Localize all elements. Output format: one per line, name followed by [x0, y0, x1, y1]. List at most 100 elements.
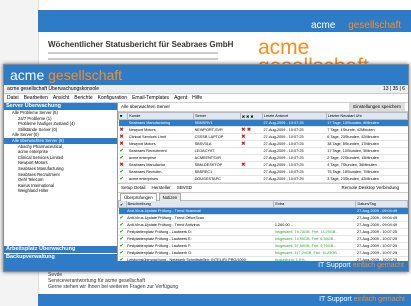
error-icon: ✖ [241, 134, 246, 140]
col-kunde[interactable]: Kunde [127, 112, 195, 120]
menu-email-templates[interactable]: Email-Templates [132, 95, 169, 101]
status-counts: 13 | 35 | 6 [382, 86, 405, 92]
ok-icon: ✔ [119, 236, 124, 242]
row-kunde: Clinical Services Limit [127, 133, 194, 141]
sidebar-section-backup[interactable]: Backupverwaltung [4, 253, 117, 261]
row-server: DOUGESTAPC [193, 175, 241, 183]
row-kunde: acme enterprises [127, 175, 194, 183]
hersteller-button[interactable]: Hersteller [152, 185, 171, 190]
menu-konfiguration[interactable]: Konfiguration [98, 95, 127, 101]
row-antwort: 27-Aug-2009 - 10:07:25 [262, 140, 327, 148]
error-icon: ✖ [119, 134, 124, 140]
window-titlebar: acme gesellschaft Überwachungskonsole 13 … [4, 85, 408, 94]
check-row[interactable]: ✔ Festplattenplatz Prüfung - Laufwerk G: I… [118, 249, 408, 257]
footer-text-2: einfach gemacht [352, 262, 404, 269]
footer-text-1: IT Support [318, 262, 351, 269]
sidebar-header[interactable]: Server Überwachung [4, 103, 117, 110]
col-letzte-antwort[interactable]: Letzte Antwort [261, 112, 327, 120]
check-date: 27-Aug-2009 - 10:07:25 [355, 249, 408, 257]
row-server: LEGACYKT [193, 147, 241, 155]
row-checks [240, 119, 263, 127]
row-kunde: Newport Motors [127, 140, 194, 148]
row-checks [240, 147, 263, 155]
row-kunde: Seabraes Manufactur [127, 161, 194, 169]
server-detail-bar: Setup Detail Hersteller SBVSD Remote Deskt… [118, 183, 408, 193]
check-extra: Insgesamt: 117,24GB, Frei: 11,25GB... [273, 249, 356, 257]
check-desc: Festplattenplatz Prüfung - Laufwerk G: [126, 249, 274, 257]
table-row[interactable]: ✔ Seabraes Recruitment LEGACYKT 27-Aug-2009… [118, 147, 408, 155]
monitoring-window: acme gesellschaft acme gesellschaft Über… [3, 64, 409, 272]
col-neustart[interactable]: Letzter Neustart Uhr [325, 112, 409, 120]
check-row[interactable]: ✔ Anti-Virus-Update Prüfung - Trend Antiv… [118, 221, 408, 229]
check-row[interactable]: ✔ Festplattenplatz Prüfung - Laufwerk D: I… [118, 228, 408, 236]
table-row[interactable]: ✔ acme enterprises DOUGESTAPC 27-Aug-2009 -… [118, 175, 408, 183]
row-checks [240, 168, 263, 176]
row-server: SBM-DESKTOP [193, 161, 241, 169]
check-desc: Anti-Virus-Update Prüfung - Trend Office… [126, 214, 274, 222]
col-extra[interactable]: Extra [273, 200, 357, 208]
background-header: acme gesellschaft [38, 10, 411, 32]
row-antwort: 27-Aug-2009 - 10:07:25 [262, 154, 327, 162]
row-antwort: 27-Aug-2009 - 10:07:25 [262, 175, 327, 183]
check-desc: Festplattenplatz Prüfung - Laufwerk F: [126, 242, 274, 250]
ok-icon: ✔ [119, 215, 124, 221]
check-desc: Anti-Virus-Update Prüfung - Trend Antivi… [126, 221, 274, 229]
sidebar-section-workstation[interactable]: Arbeitsplatz Überwachung [4, 245, 117, 253]
tree-item[interactable]: Weighland Hiller [4, 188, 117, 194]
content-toolbar: Alle überwachten Server Einstellungen spe… [118, 103, 408, 112]
col-check-status[interactable]: ✔ [118, 200, 127, 208]
error-icon: ✖ [241, 141, 246, 147]
check-row[interactable]: ✔ Festplattenplatz Prüfung - Laufwerk F: I… [118, 242, 408, 250]
table-row[interactable]: ✖ Clinical Services Limit CSSSB LAPTOP ✖ 27-… [118, 133, 408, 141]
server-table: ■ Kunde Server ✖ ✖ ✖ Letzte Antwort Letzter N… [117, 112, 409, 183]
menu-agent[interactable]: Agent [174, 95, 187, 101]
row-server: SBMSRV1 [193, 119, 241, 127]
table-row[interactable]: ✖ Newport Motors SBSV01A ✖ 27-Aug-2009 - 10:… [118, 140, 408, 148]
remote-desktop-button[interactable]: Remote Desktop Verbindung [341, 184, 399, 192]
col-checks[interactable]: ✖ ✖ ✖ [239, 112, 263, 120]
table-row[interactable]: ✔ Seabraes Recruitm. SBSREC1 27-Aug-2009 - … [118, 168, 408, 176]
table-row[interactable]: ✔ Seabraes Manufacturing SBMSRV1 27-Aug-200… [118, 119, 408, 127]
table-row[interactable]: ✖ Seabraes Manufactur SBM-DESKTOP ✖ 27-Aug-2… [118, 161, 408, 169]
row-server: CSSSB LAPTOP [193, 133, 241, 141]
save-settings-button[interactable]: Einstellungen speichern [349, 103, 405, 111]
row-neustart: 38 Tage, 8Stunden, 17Minuten [326, 140, 408, 148]
row-server: ACMEENTSVR [193, 154, 241, 162]
check-row[interactable]: ✔ Anti-Virus-Update Prüfung - Trend Offic… [118, 214, 408, 222]
check-row[interactable]: ✔ Anti-Virus-Update Prüfung - Trend Scanm… [118, 207, 408, 215]
ok-icon: ✔ [119, 148, 124, 154]
report-footer-band: IT Support einfach gemacht [38, 294, 411, 306]
row-kunde: Seabraes Recruitm. [127, 168, 194, 176]
ok-icon: ✔ [119, 120, 124, 126]
check-date: 27-Aug-2009 - 09:04:49 [355, 221, 408, 229]
tab-checks[interactable]: Überprüfungen [120, 193, 157, 201]
band-text-1: IT Support [319, 296, 352, 303]
check-desc: Anti-Virus-Update Prüfung - Trend Scanma… [126, 207, 274, 215]
menu-bearbeiten[interactable]: Bearbeiten [24, 95, 48, 101]
report-footer-text: Sevde Serviceverantwortung für acme gesel… [48, 272, 308, 290]
menu-ansicht[interactable]: Ansicht [53, 95, 69, 101]
check-date: 27-Aug-2009 - 10:07:25 [355, 235, 408, 243]
error-icon: ✖ [119, 162, 124, 168]
table-row[interactable]: ✖ Newport Motors NEWPORT-SVR ✖ ✖ 27-Aug-2009… [118, 126, 408, 134]
setup-detail-button[interactable]: Setup Detail [121, 185, 146, 190]
table-row[interactable]: ✔ acme enterprise ACMEENTSVR 27-Aug-2009 - … [118, 154, 408, 162]
menu-berichte[interactable]: Berichte [74, 95, 92, 101]
check-desc: Festplattenplatz Prüfung - Laufwerk E: [126, 235, 274, 243]
content-area: Alle überwachten Server Einstellungen spe… [117, 103, 409, 271]
row-antwort: 27-Aug-2009 - 10:07:25 [262, 168, 327, 176]
sbvsd-button[interactable]: SBVSD [177, 185, 192, 190]
col-beschreibung[interactable]: Beschreibung [125, 200, 275, 208]
menu-hilfe[interactable]: Hilfe [192, 95, 202, 101]
row-neustart: 17 Tage, 10Stunden, 5Minuten [326, 147, 408, 155]
report-title: Wöchentlicher Statusbericht für Seabraes… [48, 40, 234, 49]
row-checks [240, 175, 263, 183]
row-neustart: 7 Tage, 1Stunde, 42Minuten [326, 126, 408, 134]
tab-notes[interactable]: Notizen [158, 193, 182, 201]
col-status[interactable]: ■ [117, 112, 129, 120]
ok-icon: ✔ [119, 155, 124, 161]
check-row[interactable]: ✔ Festplattenplatz Prüfung - Laufwerk E: I… [118, 235, 408, 243]
col-server[interactable]: Server [193, 112, 241, 120]
menu-datei[interactable]: Datei [7, 95, 19, 101]
col-datum[interactable]: Datum/Tag [355, 200, 408, 208]
